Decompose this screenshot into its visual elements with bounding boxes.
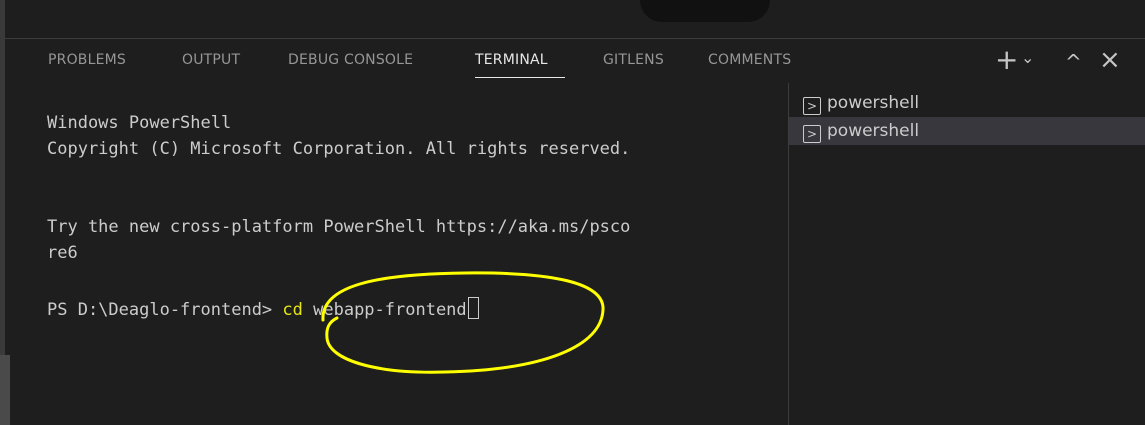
text-cursor: [467, 297, 479, 319]
terminal-output[interactable]: Windows PowerShell Copyright (C) Microso…: [5, 101, 788, 425]
close-panel-icon[interactable]: ×: [1099, 45, 1121, 75]
command-argument: webapp-frontend: [302, 300, 467, 320]
chevron-down-icon[interactable]: ⌄: [1021, 43, 1034, 73]
tab-gitlens[interactable]: GITLENS: [603, 52, 664, 68]
active-tab-indicator: [475, 77, 565, 78]
terminal-icon: >: [803, 97, 821, 115]
panel-actions: + ⌄ ^ ×: [995, 43, 1135, 77]
tab-terminal[interactable]: TERMINAL: [475, 52, 548, 68]
tab-problems[interactable]: PROBLEMS: [48, 52, 126, 68]
command-text: cd: [282, 300, 303, 320]
panel-tabs: PROBLEMS OUTPUT DEBUG CONSOLE TERMINAL G…: [5, 39, 1145, 83]
maximize-panel-icon[interactable]: ^: [1065, 47, 1082, 77]
top-notch: [640, 0, 770, 22]
terminal-list: > powershell > powershell: [789, 89, 1145, 145]
terminal-line: Try the new cross-platform PowerShell ht…: [47, 217, 631, 237]
terminal-line: Windows PowerShell: [47, 113, 232, 133]
terminal-line: Copyright (C) Microsoft Corporation. All…: [47, 139, 631, 159]
terminal-list-label: powershell: [827, 93, 920, 113]
terminal-list-item[interactable]: > powershell: [789, 89, 1145, 117]
tab-comments[interactable]: COMMENTS: [708, 52, 791, 68]
terminal-panel: PROBLEMS OUTPUT DEBUG CONSOLE TERMINAL G…: [5, 39, 1145, 425]
left-scrollbar[interactable]: [0, 355, 10, 425]
prompt-line: PS D:\Deaglo-frontend> cd webapp-fronten…: [47, 297, 479, 322]
terminal-list-item-selected[interactable]: > powershell: [789, 117, 1145, 145]
terminal-icon: >: [803, 125, 821, 143]
top-bar: [0, 0, 1145, 40]
tab-output[interactable]: OUTPUT: [182, 52, 240, 68]
prompt: PS D:\Deaglo-frontend>: [47, 300, 283, 320]
tab-debug-console[interactable]: DEBUG CONSOLE: [288, 52, 413, 68]
terminal-list-label: powershell: [827, 121, 920, 141]
new-terminal-icon[interactable]: +: [995, 45, 1018, 75]
terminal-line: re6: [47, 243, 78, 263]
